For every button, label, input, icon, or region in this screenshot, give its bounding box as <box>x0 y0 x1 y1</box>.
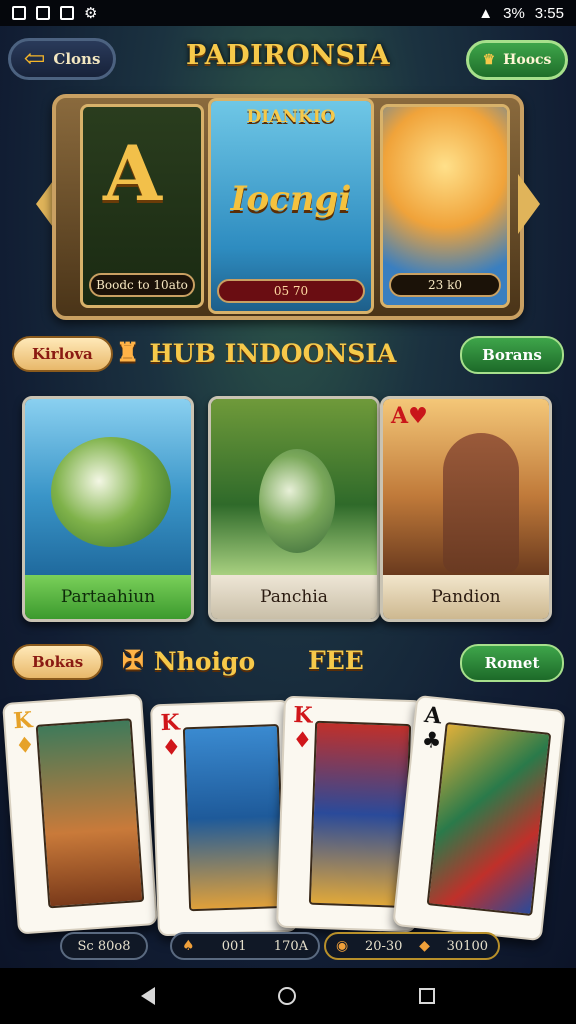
fish-illustration <box>51 437 171 547</box>
featured-card[interactable]: DIANKIO Iocngi 05 70 <box>208 98 374 314</box>
home-button-label: Hoocs <box>503 52 552 68</box>
section-action-button[interactable]: Romet <box>460 644 564 682</box>
section-action-button[interactable]: Borans <box>460 336 564 374</box>
fish-illustration <box>259 449 335 553</box>
playing-card[interactable]: K ♦ <box>149 699 299 937</box>
letter-a-emblem: A <box>103 129 162 218</box>
mushroom-icon: ♠ <box>182 938 195 954</box>
section-header: Kirlova ♜ HUB INDOONSIA Borans <box>0 332 576 376</box>
card-rank: K <box>12 707 34 735</box>
card-value: 23 k0 <box>389 273 501 297</box>
carousel-next-button[interactable] <box>518 174 540 234</box>
card-title: Iocngi <box>230 179 352 219</box>
settings-icon: ⚙ <box>84 5 98 22</box>
featured-carousel: A Boodc to 10ato DIANKIO Iocngi 05 70 23… <box>36 94 540 320</box>
card-value: Boodc to 10ato <box>89 273 195 297</box>
game-tile-label: Pandion <box>383 575 549 619</box>
section-header: Bokas ✠ Nhoigo FEE Romet <box>0 640 576 684</box>
stat-value: 170A <box>273 938 308 954</box>
status-bar: ⚙ ▲ 3% 3:55 <box>0 0 576 26</box>
card-banner: DIANKIO <box>246 107 336 127</box>
status-right: ▲ 3% 3:55 <box>478 5 564 22</box>
top-bar: ⇦ Clons PADIRONSIA ♛ Hoocs <box>0 34 576 84</box>
back-arrow-icon: ⇦ <box>23 44 46 74</box>
game-tile-art: A♥ <box>383 399 549 575</box>
notification-icon <box>12 6 26 20</box>
card-face-art <box>426 722 552 917</box>
game-tile[interactable]: Partaahiun <box>22 396 194 622</box>
game-tile-label: Panchia <box>211 575 377 619</box>
stat-value: Sc 80o8 <box>77 938 131 954</box>
battery-text: 3% <box>503 4 525 22</box>
character-illustration <box>443 433 519 573</box>
ace-hearts-icon: A♥ <box>391 403 428 429</box>
card-face-art <box>35 718 145 909</box>
diamond-suit-icon: ♦ <box>161 735 182 762</box>
notification-icon <box>36 6 50 20</box>
card-face-art <box>182 724 286 912</box>
stat-value: 20-30 <box>364 938 403 954</box>
signal-icon: ▲ <box>478 4 494 22</box>
footer-stats: Sc 80o8 ♠ 001 170A ◉ 20-30 ◆ 30100 <box>0 928 576 964</box>
sword-icon: ✠ <box>122 646 144 676</box>
system-nav-bar <box>0 968 576 1024</box>
section-title-text: Nhoigo <box>153 646 256 676</box>
stat-pill: Sc 80o8 <box>60 932 148 960</box>
game-lobby: ⇦ Clons PADIRONSIA ♛ Hoocs A Boodc to 10… <box>0 26 576 968</box>
coin-icon: ◆ <box>419 938 430 954</box>
nav-recents-icon[interactable] <box>418 988 435 1004</box>
notification-icon <box>60 6 74 20</box>
section-extra-label: FEE <box>308 646 364 675</box>
featured-card[interactable]: 23 k0 <box>380 104 510 308</box>
featured-card[interactable]: A Boodc to 10ato <box>80 104 204 308</box>
club-suit-icon: ♣ <box>420 727 443 755</box>
stat-value: 001 <box>221 938 247 954</box>
helmet-icon: ◉ <box>336 938 349 954</box>
trophy-icon: ♜ <box>116 338 140 368</box>
playing-card[interactable]: A ♣ <box>392 694 566 942</box>
card-value: 05 70 <box>217 279 365 303</box>
card-hand: K ♦ K ♦ K ♦ A ♣ <box>0 688 576 942</box>
section-title: ♜ HUB INDOONSIA <box>116 338 396 368</box>
status-left: ⚙ <box>12 4 97 22</box>
stat-pill: ◉ 20-30 ◆ 30100 <box>324 932 500 960</box>
clock-text: 3:55 <box>534 4 564 22</box>
nav-back-icon[interactable] <box>141 987 156 1005</box>
playing-card[interactable]: K ♦ <box>2 693 158 935</box>
nav-home-icon[interactable] <box>277 987 296 1005</box>
section-title-text: HUB INDOONSIA <box>149 338 397 368</box>
game-tile-art <box>211 399 377 575</box>
stat-value: 30100 <box>446 938 488 954</box>
diamond-suit-icon: ♦ <box>292 727 313 754</box>
trophy-icon: ♛ <box>482 52 496 68</box>
game-tile[interactable]: Panchia <box>208 396 380 622</box>
page-title: PADIRONSIA <box>185 40 391 71</box>
game-tile[interactable]: A♥ Pandion <box>380 396 552 622</box>
game-tile-art <box>25 399 191 575</box>
home-button[interactable]: ♛ Hoocs <box>466 40 568 80</box>
card-rank: K <box>292 701 313 729</box>
section-tag-button[interactable]: Bokas <box>12 644 104 680</box>
section-title: ✠ Nhoigo <box>122 646 255 676</box>
card-rank: A <box>423 701 443 730</box>
diamond-suit-icon: ♦ <box>14 733 36 760</box>
back-button[interactable]: ⇦ Clons <box>8 38 116 80</box>
card-face-art <box>308 720 412 908</box>
back-button-label: Clons <box>53 50 101 68</box>
stat-pill: ♠ 001 170A <box>170 932 320 960</box>
game-tile-label: Partaahiun <box>25 575 191 619</box>
card-rank: K <box>160 709 181 737</box>
section-tag-button[interactable]: Kirlova <box>12 336 113 372</box>
